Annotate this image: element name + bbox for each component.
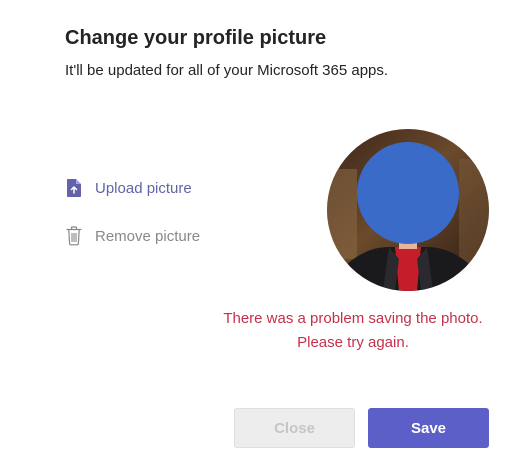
face-redaction bbox=[357, 142, 459, 244]
upload-picture-button[interactable]: Upload picture bbox=[65, 176, 192, 200]
save-button[interactable]: Save bbox=[368, 408, 489, 448]
profile-photo-image bbox=[327, 129, 489, 291]
dialog-title: Change your profile picture bbox=[65, 27, 327, 49]
upload-file-icon bbox=[65, 178, 83, 198]
error-message: There was a problem saving the photo. Pl… bbox=[223, 310, 483, 351]
profile-picture-dialog: Change your profile picture It'll be upd… bbox=[0, 0, 522, 464]
upload-picture-label: Upload picture bbox=[95, 179, 192, 197]
trash-icon bbox=[65, 226, 83, 246]
dialog-subtitle: It'll be updated for all of your Microso… bbox=[65, 62, 389, 79]
profile-picture-preview bbox=[327, 129, 489, 291]
remove-picture-button[interactable]: Remove picture bbox=[65, 224, 200, 248]
remove-picture-label: Remove picture bbox=[95, 227, 201, 245]
close-button[interactable]: Close bbox=[234, 408, 355, 448]
